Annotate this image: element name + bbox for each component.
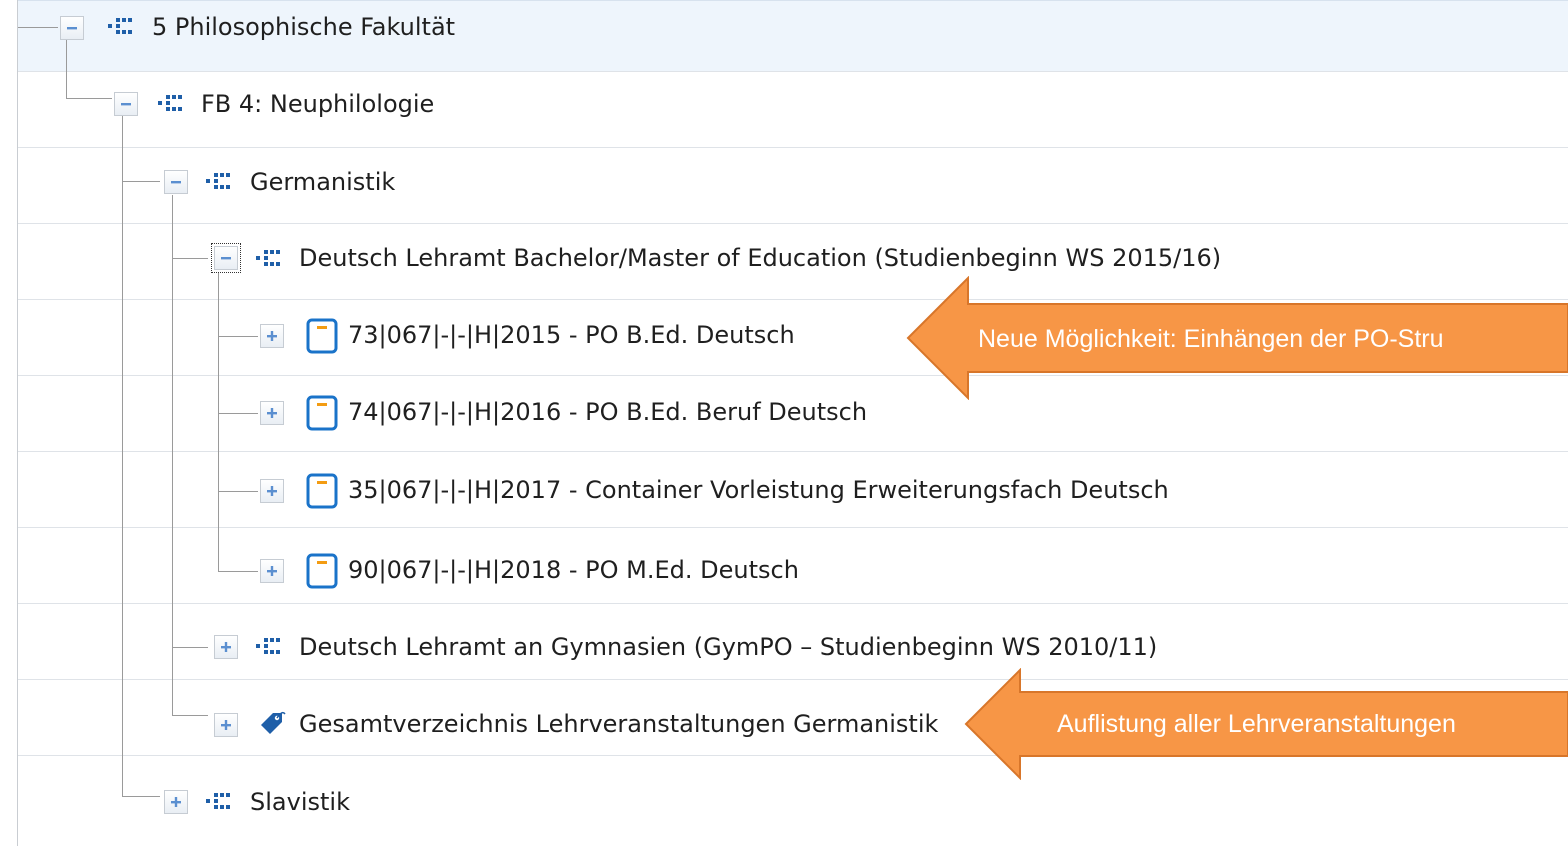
org-unit-icon: [256, 638, 280, 654]
plus-icon: [267, 408, 277, 418]
minus-icon: [121, 103, 131, 106]
tree-connector: [218, 272, 219, 571]
tree-connector: [218, 413, 258, 414]
expand-toggle[interactable]: [214, 635, 238, 659]
plus-icon: [267, 331, 277, 341]
callout-text-po-structure: Neue Möglichkeit: Einhängen der PO-Stru: [978, 325, 1444, 353]
collapse-toggle[interactable]: [211, 243, 241, 273]
collapse-toggle[interactable]: [60, 16, 84, 40]
plus-icon: [267, 566, 277, 576]
org-unit-icon: [256, 250, 280, 266]
tree-node-label[interactable]: Deutsch Lehramt an Gymnasien (GymPO – St…: [299, 635, 1157, 659]
exam-regulation-icon: [306, 318, 338, 354]
tree-connector: [66, 40, 67, 98]
tree-node-label[interactable]: 5 Philosophische Fakultät: [152, 15, 455, 39]
tree-connector: [172, 195, 173, 715]
exam-regulation-icon: [306, 395, 338, 431]
expand-toggle[interactable]: [164, 790, 188, 814]
minus-icon: [171, 181, 181, 184]
tree-connector: [172, 715, 208, 716]
tree-node-label[interactable]: 73|067|-|-|H|2015 - PO B.Ed. Deutsch: [348, 323, 795, 347]
tree-connector: [122, 181, 160, 182]
tree-connector: [218, 571, 258, 572]
tree-connector: [218, 491, 258, 492]
plus-icon: [267, 486, 277, 496]
tree-node-label[interactable]: Slavistik: [250, 790, 350, 814]
org-unit-icon: [206, 793, 230, 809]
expand-toggle[interactable]: [260, 324, 284, 348]
tree-connector: [218, 336, 258, 337]
tree-connector: [122, 116, 123, 796]
expand-toggle[interactable]: [260, 479, 284, 503]
expand-toggle[interactable]: [260, 401, 284, 425]
callout-text-course-listing: Auflistung aller Lehrveranstaltungen: [1057, 710, 1456, 738]
exam-regulation-icon: [306, 553, 338, 589]
tree-connector: [18, 27, 58, 28]
tree-connector: [122, 796, 160, 797]
org-unit-icon: [108, 18, 132, 34]
expand-toggle[interactable]: [260, 559, 284, 583]
minus-icon: [221, 257, 231, 260]
org-unit-icon: [206, 173, 230, 189]
tree-connector: [66, 98, 112, 99]
minus-icon: [67, 27, 77, 30]
org-unit-icon: [158, 95, 182, 111]
expand-toggle[interactable]: [214, 713, 238, 737]
plus-icon: [221, 642, 231, 652]
tree-node-label[interactable]: Germanistik: [250, 170, 395, 194]
tree-node-label[interactable]: FB 4: Neuphilologie: [201, 92, 434, 116]
tree-node-label[interactable]: 35|067|-|-|H|2017 - Container Vorleistun…: [348, 478, 1169, 502]
tag-icon: [261, 711, 286, 734]
tree-connector: [172, 258, 208, 259]
plus-icon: [221, 720, 231, 730]
exam-regulation-icon: [306, 473, 338, 509]
tree-connector: [172, 647, 208, 648]
collapse-toggle[interactable]: [114, 92, 138, 116]
collapse-toggle[interactable]: [164, 170, 188, 194]
tree-node-label[interactable]: 74|067|-|-|H|2016 - PO B.Ed. Beruf Deuts…: [348, 400, 867, 424]
tree-node-label[interactable]: Deutsch Lehramt Bachelor/Master of Educa…: [299, 246, 1221, 270]
plus-icon: [171, 797, 181, 807]
tree-node-label[interactable]: Gesamtverzeichnis Lehrveranstaltungen Ge…: [299, 712, 938, 736]
tree-node-label[interactable]: 90|067|-|-|H|2018 - PO M.Ed. Deutsch: [348, 558, 799, 582]
